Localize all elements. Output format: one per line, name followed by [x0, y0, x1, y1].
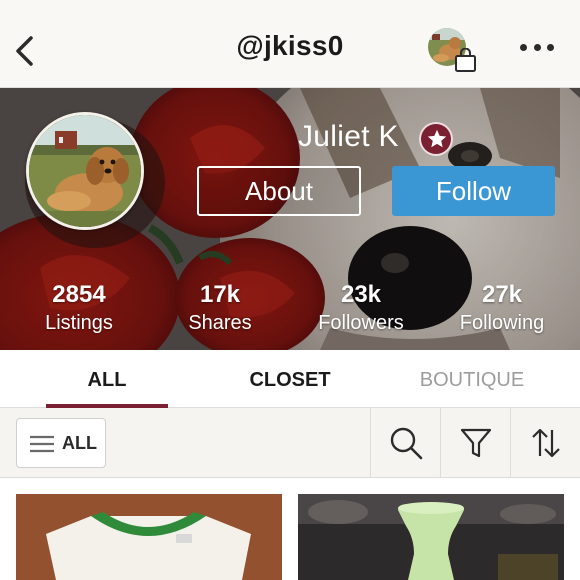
sort-arrows-icon	[532, 428, 560, 458]
stat-label: Following	[459, 312, 545, 334]
category-menu-label: ALL	[62, 433, 97, 453]
more-options-button[interactable]	[520, 44, 554, 56]
stat-value: 27k	[481, 281, 523, 308]
stat-followers[interactable]: 23k Followers	[301, 280, 421, 336]
shopping-bag-icon	[455, 48, 476, 72]
filter-toolbar: ALL	[0, 408, 580, 478]
profile-name: Juliet K	[298, 120, 399, 153]
listing-thumbnail-tshirt	[16, 494, 282, 580]
follow-button[interactable]: Follow	[392, 166, 555, 216]
stat-value: 2854	[52, 281, 106, 308]
tab-boutique[interactable]: BOUTIQUE	[404, 350, 540, 408]
stat-listings[interactable]: 2854 Listings	[19, 280, 139, 336]
more-horizontal-icon	[520, 44, 527, 51]
listing-card[interactable]	[298, 494, 564, 580]
profile-avatar[interactable]	[26, 112, 144, 230]
stat-label: Listings	[45, 312, 113, 334]
about-button[interactable]: About	[197, 166, 361, 216]
star-icon	[427, 129, 447, 148]
profile-stats: 2854 Listings 17k Shares 23k Followers 2…	[0, 280, 580, 340]
closet-tabs: ALL CLOSET BOUTIQUE	[0, 350, 580, 408]
sort-button[interactable]	[510, 408, 580, 478]
filter-button[interactable]	[440, 408, 510, 478]
category-menu-button[interactable]: ALL	[16, 418, 106, 468]
stat-value: 23k	[340, 281, 382, 308]
stat-value: 17k	[199, 281, 241, 308]
search-icon	[390, 427, 423, 460]
profile-cover: Juliet K About Follow 2854 Listings 17k …	[0, 88, 580, 350]
filter-funnel-icon	[460, 428, 492, 458]
shop-bag-avatar-button[interactable]	[428, 28, 476, 72]
tab-closet[interactable]: CLOSET	[228, 350, 352, 408]
listing-thumbnail-vase	[298, 494, 564, 580]
tab-all[interactable]: ALL	[46, 350, 168, 408]
top-nav-bar: @jkiss0	[0, 0, 580, 88]
stat-following[interactable]: 27k Following	[442, 280, 562, 336]
page-title-username: @jkiss0	[236, 30, 344, 61]
stat-shares[interactable]: 17k Shares	[160, 280, 280, 336]
listing-grid	[0, 478, 580, 580]
stat-label: Shares	[188, 312, 252, 334]
search-button[interactable]	[370, 408, 440, 478]
stat-label: Followers	[318, 312, 404, 334]
listing-card[interactable]	[16, 494, 282, 580]
ambassador-badge	[419, 122, 453, 156]
menu-icon	[30, 435, 54, 453]
